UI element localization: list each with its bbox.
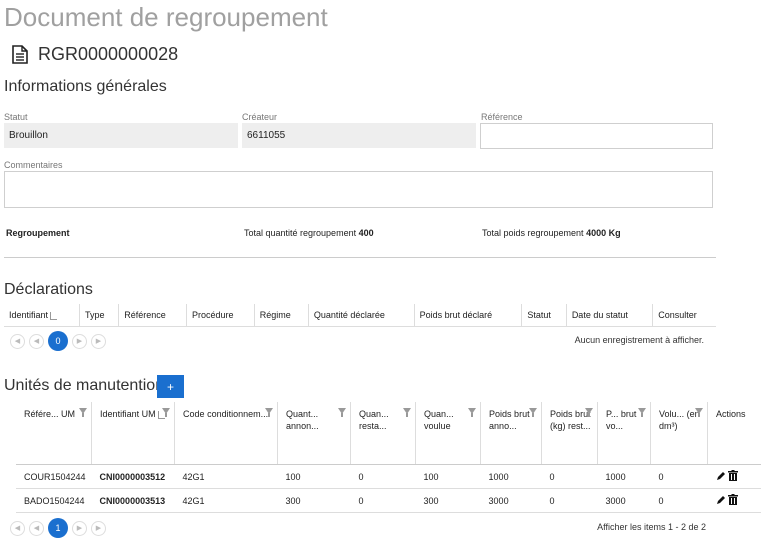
commentaires-label: Commentaires [4,160,63,170]
col-poids-brut-restant[interactable]: Poids brut (kg) rest... [541,402,599,465]
reference-input[interactable] [480,123,713,149]
pencil-icon[interactable] [716,495,726,505]
col-procedure[interactable]: Procédure [186,304,255,327]
last-page-icon[interactable]: ▶ [91,333,106,349]
declarations-pager: ◀ ◀ 0 ▶ ▶ [10,331,106,351]
summary-divider [4,257,716,258]
filter-icon[interactable] [585,408,594,417]
first-page-icon[interactable]: ◀ [10,333,25,349]
section-declarations-title: Déclarations [4,281,93,298]
col-quantite-declaree[interactable]: Quantité déclarée [308,304,415,327]
next-page-icon[interactable]: ▶ [72,520,87,536]
next-page-icon[interactable]: ▶ [72,333,87,349]
declarations-table: Identifiant Type Référence Procédure Rég… [4,304,716,327]
col-ref-um[interactable]: Référe... UM [16,402,93,465]
col-type[interactable]: Type [79,304,120,327]
filter-icon[interactable] [338,408,347,417]
col-regime[interactable]: Régime [254,304,309,327]
summary-weight: Total poids regroupement 4000 Kg [482,228,621,238]
um-items-info: Afficher les items 1 - 2 de 2 [597,522,706,532]
filter-icon[interactable] [265,408,274,417]
document-number: RGR0000000028 [38,44,179,64]
row-actions [707,488,761,513]
createur-label: Créateur [242,112,278,122]
filter-icon[interactable] [162,408,171,417]
col-poids-brut-declare[interactable]: Poids brut déclaré [414,304,523,327]
col-identifiant-um[interactable]: Identifiant UM [91,402,176,465]
statut-field: Brouillon [4,123,238,148]
filter-icon[interactable] [403,408,412,417]
document-icon [12,45,28,64]
table-row: COUR1504244 CNI0000003512 42G1 100 0 100… [16,464,761,489]
trash-icon[interactable] [728,470,739,481]
current-page[interactable]: 0 [48,331,68,351]
declarations-empty-message: Aucun enregistrement à afficher. [574,335,704,345]
filter-icon[interactable] [79,408,88,417]
col-volume[interactable]: Volu... (en dm³) [650,402,709,465]
section-um-title: Unités de manutention [4,377,165,394]
col-code-conditionnement[interactable]: Code conditionnem... [174,402,279,465]
col-poids-brut-voulu[interactable]: P... brut vo... [597,402,652,465]
reference-label: Référence [481,112,523,122]
table-row: BADO1504244 CNI0000003513 42G1 300 0 300… [16,488,761,513]
filter-icon[interactable] [638,408,647,417]
document-id: RGR0000000028 [12,44,178,65]
col-identifiant[interactable]: Identifiant [4,304,80,327]
trash-icon[interactable] [728,494,739,505]
current-page[interactable]: 1 [48,518,68,538]
commentaires-input[interactable] [4,171,713,208]
createur-field: 6611055 [242,123,476,148]
pencil-icon[interactable] [716,471,726,481]
col-consulter[interactable]: Consulter [652,304,716,327]
col-actions: Actions [707,402,761,465]
summary-quantity: Total quantité regroupement 400 [244,228,374,238]
section-general-title: Informations générales [4,78,167,95]
first-page-icon[interactable]: ◀ [10,520,25,536]
col-quantite-annoncee[interactable]: Quant... annon... [277,402,352,465]
last-page-icon[interactable]: ▶ [91,520,106,536]
um-table: Référe... UM Identifiant UM Code conditi… [16,402,761,513]
statut-label: Statut [4,112,28,122]
sort-icon[interactable] [50,311,58,320]
filter-icon[interactable] [468,408,477,417]
prev-page-icon[interactable]: ◀ [29,520,44,536]
col-quantite-voulue[interactable]: Quan... voulue [415,402,482,465]
um-pager: ◀ ◀ 1 ▶ ▶ [10,518,106,538]
summary-label: Regroupement [6,228,70,238]
row-actions [707,464,761,489]
col-reference[interactable]: Référence [118,304,187,327]
col-quantite-restante[interactable]: Quan... resta... [350,402,417,465]
col-poids-brut-annonce[interactable]: Poids brut anno... [480,402,543,465]
prev-page-icon[interactable]: ◀ [29,333,44,349]
filter-icon[interactable] [529,408,538,417]
filter-icon[interactable] [695,408,704,417]
col-date-statut[interactable]: Date du statut [566,304,654,327]
add-um-button[interactable]: + [157,375,184,398]
page-title: Document de regroupement [4,2,328,32]
col-statut[interactable]: Statut [521,304,567,327]
